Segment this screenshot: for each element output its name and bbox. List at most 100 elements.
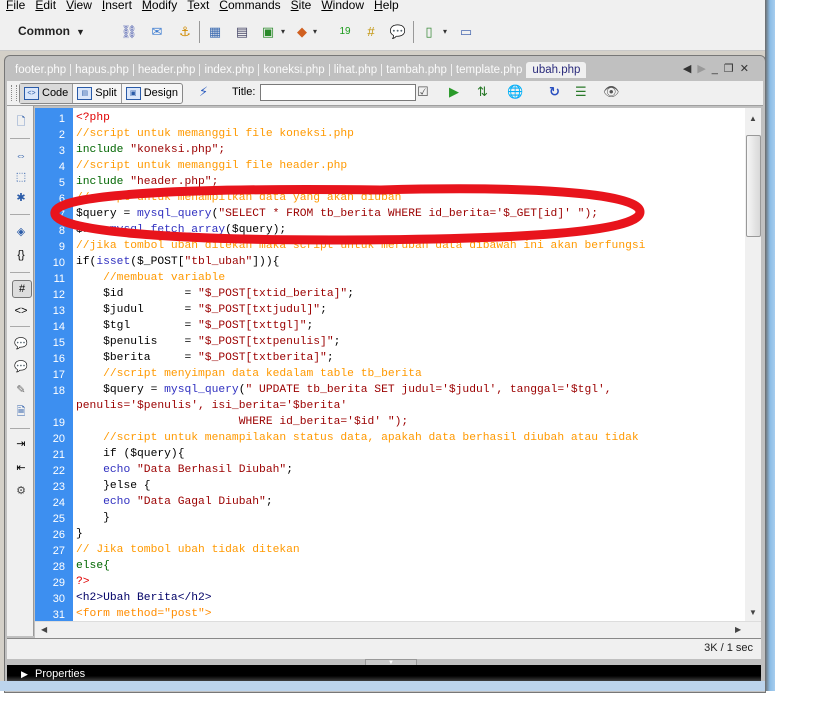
menu-insert[interactable]: Insert xyxy=(102,0,132,11)
minimize-icon[interactable]: _ xyxy=(712,63,724,75)
code-line[interactable]: //script menyimpan data kedalam table tb… xyxy=(76,366,422,382)
tab-koneksi[interactable]: koneksi.php xyxy=(259,62,328,78)
hyperlink-icon[interactable]: ⛓ xyxy=(120,23,138,41)
code-line[interactable]: }else { xyxy=(76,478,150,494)
close-icon[interactable]: ✕ xyxy=(740,63,755,75)
open-documents-icon[interactable]: 🗋 xyxy=(12,114,30,130)
code-line[interactable]: if ($query){ xyxy=(76,446,184,462)
code-line[interactable]: //script untuk menampilkan data yang aka… xyxy=(76,190,401,206)
menu-file[interactable]: File xyxy=(6,0,25,11)
table-icon[interactable]: ▦ xyxy=(206,23,224,41)
restore-icon[interactable]: ❐ xyxy=(724,63,740,75)
wrap-tag-icon[interactable]: ✎ xyxy=(12,382,30,398)
media-dropdown-icon[interactable]: ▾ xyxy=(313,27,317,36)
vertical-scrollbar[interactable]: ▲ ▼ xyxy=(745,108,761,621)
code-line[interactable]: ?> xyxy=(76,574,90,590)
code-line[interactable]: } xyxy=(76,510,110,526)
split-view-button[interactable]: ▤ Split xyxy=(73,84,122,103)
indent-code-icon[interactable]: ⇥ xyxy=(12,436,30,452)
code-line[interactable]: // Jika tombol ubah tidak ditekan xyxy=(76,542,300,558)
visual-aids-icon[interactable]: 👁 xyxy=(603,84,620,100)
tab-tambah[interactable]: tambah.php xyxy=(382,62,451,78)
insert-div-icon[interactable]: ▤ xyxy=(233,23,251,41)
menu-site[interactable]: Site xyxy=(291,0,312,11)
live-view-icon[interactable]: ⚡ xyxy=(199,84,208,100)
code-line[interactable]: $query = mysql_query(" UPDATE tb_berita … xyxy=(76,382,611,398)
code-line[interactable]: $judul = "$_POST[txtjudul]"; xyxy=(76,302,327,318)
code-line[interactable]: <?php xyxy=(76,110,110,126)
code-line[interactable]: echo "Data Berhasil Diubah"; xyxy=(76,462,293,478)
scroll-right-icon[interactable]: ▶ xyxy=(735,625,741,634)
collapse-selection-icon[interactable]: ⬚ xyxy=(12,169,30,185)
menu-modify[interactable]: Modify xyxy=(142,0,177,11)
expand-all-icon[interactable]: ✱ xyxy=(12,190,30,206)
code-line[interactable]: $berita = "$_POST[txtberita]"; xyxy=(76,350,334,366)
code-view-button[interactable]: <> Code xyxy=(20,84,74,103)
code-line[interactable]: $penulis = "$_POST[txtpenulis]"; xyxy=(76,334,340,350)
scroll-left-icon[interactable]: ◀ xyxy=(41,625,47,634)
code-line[interactable]: $id = "$_POST[txtid_berita]"; xyxy=(76,286,354,302)
menu-text[interactable]: Text xyxy=(187,0,209,11)
browser-compat-icon[interactable]: ▶ xyxy=(449,84,459,100)
code-line[interactable]: $query = mysql_query("SELECT * FROM tb_b… xyxy=(76,206,598,222)
scroll-up-icon[interactable]: ▲ xyxy=(749,114,757,123)
code-line[interactable]: //membuat variable xyxy=(76,270,225,286)
code-line[interactable]: penulis='$penulis', isi_berita='$berita' xyxy=(76,398,347,414)
media-icon[interactable]: ◆ xyxy=(293,23,311,41)
tab-footer[interactable]: footer.php xyxy=(11,62,70,78)
head-icon[interactable]: ▯ xyxy=(420,23,438,41)
code-editor[interactable]: <?php//script untuk memanggil file konek… xyxy=(73,108,745,621)
tab-header[interactable]: header.php xyxy=(134,62,200,78)
code-line[interactable]: include "header.php"; xyxy=(76,174,218,190)
tab-lihat[interactable]: lihat.php xyxy=(330,62,381,78)
code-line[interactable]: WHERE id_berita='$id' "); xyxy=(76,414,409,430)
outdent-code-icon[interactable]: ⇤ xyxy=(12,460,30,476)
code-line[interactable]: if(isset($_POST["tbl_ubah"])){ xyxy=(76,254,279,270)
image-icon[interactable]: ▣ xyxy=(259,23,277,41)
code-line[interactable]: //script untuk menampilakan status data,… xyxy=(76,430,639,446)
tab-index[interactable]: index.php xyxy=(200,62,258,78)
insert-category-dropdown[interactable]: Common ▼ xyxy=(18,24,85,38)
line-numbers-icon[interactable]: # xyxy=(12,280,32,298)
tab-ubah[interactable]: ubah.php xyxy=(526,62,587,78)
scrollbar-thumb[interactable] xyxy=(746,135,761,237)
scroll-down-icon[interactable]: ▼ xyxy=(749,608,757,617)
menu-window[interactable]: Window xyxy=(321,0,364,11)
collapse-full-tag-icon[interactable]: ⇔ xyxy=(12,148,30,164)
apply-comment-icon[interactable]: 💬 xyxy=(12,336,30,352)
server-side-include-icon[interactable]: # xyxy=(362,23,380,41)
refresh-icon[interactable]: ↻ xyxy=(549,84,560,100)
comment-icon[interactable]: 💬 xyxy=(389,23,407,41)
validate-markup-icon[interactable]: ☑ xyxy=(417,84,429,100)
code-line[interactable]: echo "Data Gagal Diubah"; xyxy=(76,494,273,510)
code-line[interactable]: //script untuk memanggil file koneksi.ph… xyxy=(76,126,354,142)
code-line[interactable]: <h2>Ubah Berita</h2> xyxy=(76,590,212,606)
code-line[interactable]: include "koneksi.php"; xyxy=(76,142,225,158)
code-line[interactable]: <form method="post"> xyxy=(76,606,212,621)
format-source-code-icon[interactable]: ⚙ xyxy=(12,483,30,499)
code-line[interactable]: //script untuk memanggil file header.php xyxy=(76,158,347,174)
menu-edit[interactable]: Edit xyxy=(35,0,56,11)
code-line[interactable]: else{ xyxy=(76,558,110,574)
date-icon[interactable]: 19 xyxy=(336,23,354,41)
head-dropdown-icon[interactable]: ▾ xyxy=(443,27,447,36)
image-dropdown-icon[interactable]: ▾ xyxy=(281,27,285,36)
horizontal-scrollbar[interactable]: ◀ ▶ xyxy=(35,621,761,638)
code-line[interactable]: $tgl = "$_POST[txttgl]"; xyxy=(76,318,313,334)
highlight-invalid-code-icon[interactable]: <> xyxy=(12,303,30,319)
select-parent-tag-icon[interactable]: ◈ xyxy=(12,224,30,240)
view-options-icon[interactable]: ☰ xyxy=(575,84,587,100)
menu-commands[interactable]: Commands xyxy=(219,0,280,11)
code-line[interactable]: //jika tombol ubah ditekan maka script u… xyxy=(76,238,645,254)
menu-help[interactable]: Help xyxy=(374,0,399,11)
file-transfer-icon[interactable]: ⇅ xyxy=(477,84,488,100)
recent-snippets-icon[interactable]: 🗎 xyxy=(12,404,30,420)
code-line[interactable]: $r = mysql_fetch_array($query); xyxy=(76,222,286,238)
remove-comment-icon[interactable]: 💬 xyxy=(12,359,30,375)
balance-braces-icon[interactable]: {} xyxy=(12,247,30,263)
design-view-button[interactable]: ▣ Design xyxy=(122,84,182,103)
preview-in-browser-icon[interactable]: 🌐 xyxy=(507,84,523,100)
email-link-icon[interactable]: ✉ xyxy=(148,23,166,41)
template-icon[interactable]: ▭ xyxy=(457,23,475,41)
tab-scroll-right-icon[interactable]: ▶ xyxy=(697,63,711,75)
